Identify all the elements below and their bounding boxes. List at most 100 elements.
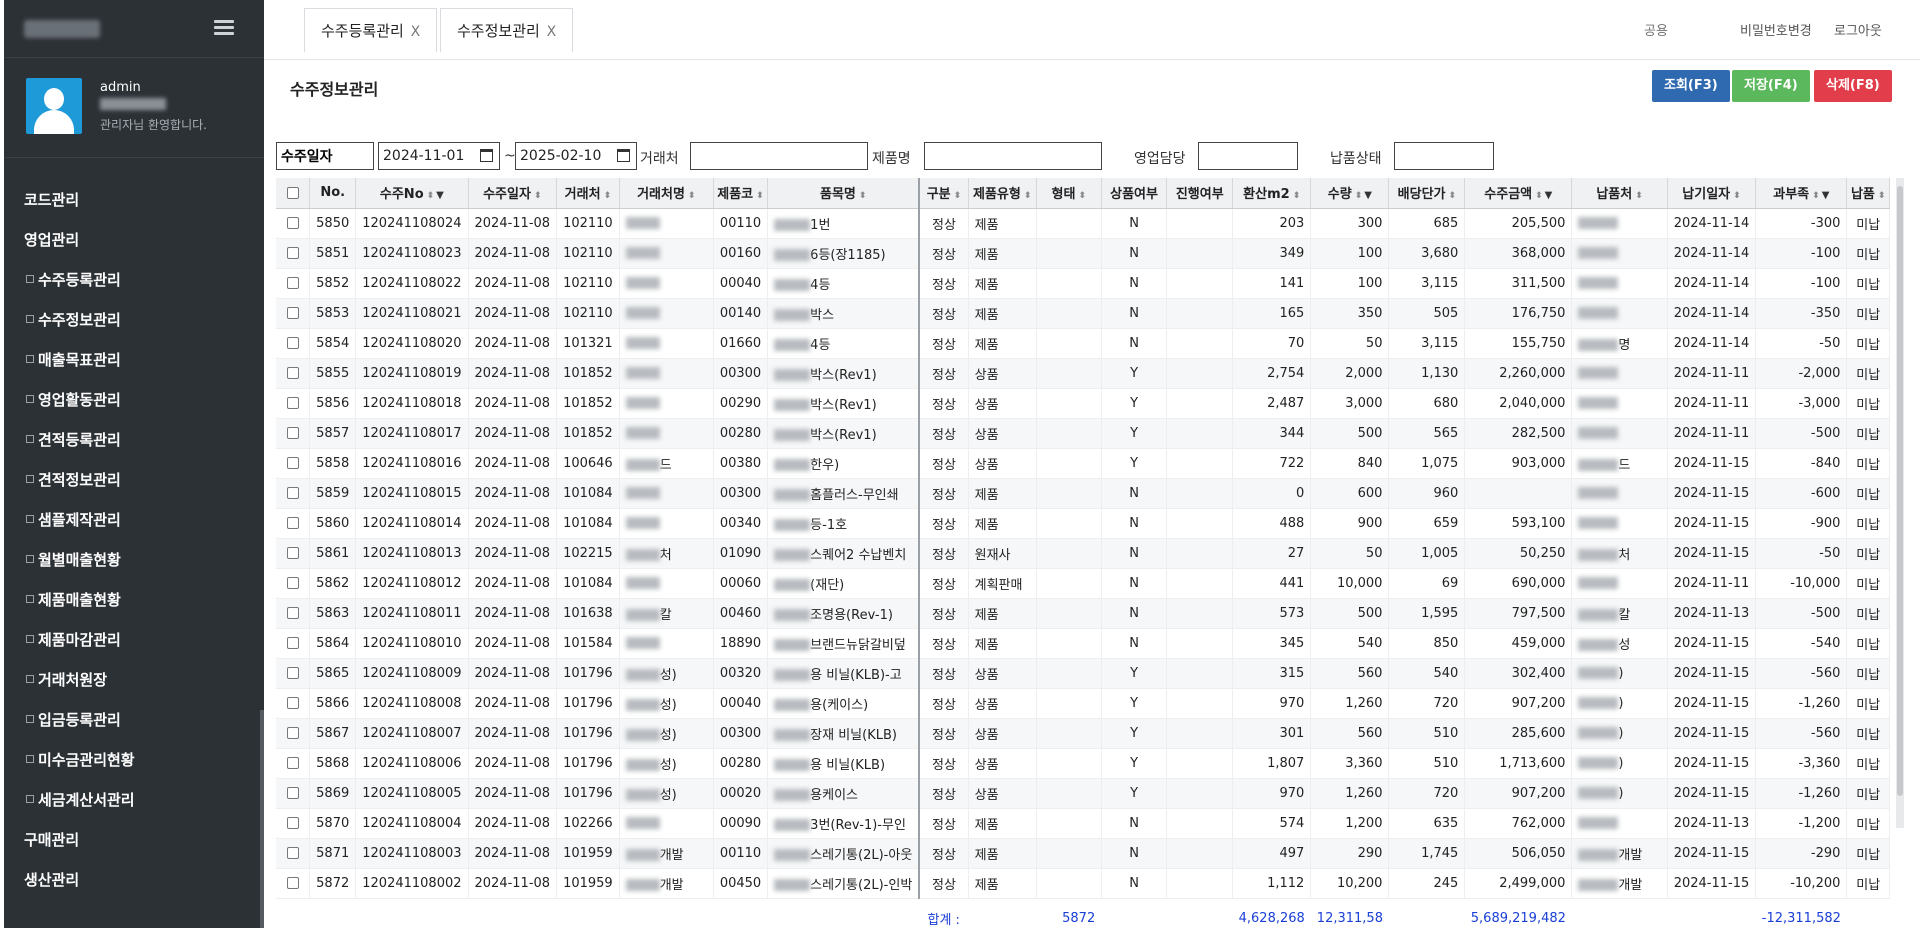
row-checkbox[interactable] — [276, 298, 311, 329]
sidebar-item-11[interactable]: 제품마감관리 — [4, 620, 264, 660]
delivery-status-input[interactable] — [1394, 142, 1494, 170]
column-header-15[interactable]: 수주금액 ⬍ ▼ — [1464, 178, 1573, 209]
table-row[interactable]: 5871 120241108003 2024-11-08 101959 개발 00110 스… — [276, 838, 1890, 869]
column-header-0[interactable]: No. — [309, 178, 357, 209]
column-header-4[interactable]: 거래처명 ⬍ — [619, 178, 714, 209]
column-header-2[interactable]: 수주일자 ⬍ — [468, 178, 558, 209]
date-from-field[interactable]: 2024-11-01 — [378, 142, 500, 170]
row-checkbox[interactable] — [276, 358, 311, 389]
logout-link[interactable]: 로그아웃 — [1834, 20, 1882, 39]
table-row[interactable]: 5858 120241108016 2024-11-08 100646 드 00380 한우… — [276, 448, 1890, 479]
tab-close-icon[interactable]: X — [547, 24, 557, 40]
table-row[interactable]: 5852 120241108022 2024-11-08 102110 00040 4등 정… — [276, 268, 1890, 299]
sort-icon[interactable]: ⬍ — [859, 191, 867, 201]
sidebar-item-2[interactable]: 수주등록관리 — [4, 260, 264, 300]
row-checkbox[interactable] — [276, 268, 311, 299]
sidebar-item-12[interactable]: 거래처원장 — [4, 660, 264, 700]
sort-icon[interactable]: ⬍ — [1635, 191, 1643, 201]
filter-icon[interactable]: ▼ — [1545, 190, 1553, 201]
sidebar-item-3[interactable]: 수주정보관리 — [4, 300, 264, 340]
table-row[interactable]: 5868 120241108006 2024-11-08 101796 성) 00280 용… — [276, 748, 1890, 779]
row-checkbox[interactable] — [276, 718, 311, 749]
calendar-icon[interactable] — [617, 149, 630, 162]
row-checkbox[interactable] — [276, 568, 311, 599]
row-checkbox[interactable] — [276, 478, 311, 509]
column-header-8[interactable]: 제품유형 ⬍ — [968, 178, 1037, 209]
select-all-checkbox[interactable] — [276, 178, 311, 209]
column-header-11[interactable]: 진행여부 — [1166, 178, 1234, 209]
row-checkbox[interactable] — [276, 238, 311, 269]
sort-icon[interactable]: ⬍ — [534, 191, 542, 201]
table-row[interactable]: 5862 120241108012 2024-11-08 101084 00060 (재단… — [276, 568, 1890, 599]
table-row[interactable]: 5856 120241108018 2024-11-08 101852 00290 박스(… — [276, 388, 1890, 419]
sort-icon[interactable]: ⬍ — [1078, 191, 1086, 201]
sort-icon[interactable]: ⬍ — [427, 191, 435, 201]
tab-order-info[interactable]: 수주정보관리 X — [440, 8, 574, 52]
table-row[interactable]: 5851 120241108023 2024-11-08 102110 00160 6등(… — [276, 238, 1890, 269]
sales-rep-input[interactable] — [1198, 142, 1298, 170]
column-header-14[interactable]: 배당단가 ⬍ — [1388, 178, 1466, 209]
save-button[interactable]: 저장(F4) — [1732, 70, 1810, 102]
row-checkbox[interactable] — [276, 418, 311, 449]
table-row[interactable]: 5865 120241108009 2024-11-08 101796 성) 00320 용… — [276, 658, 1890, 689]
delete-button[interactable]: 삭제(F8) — [1814, 70, 1892, 102]
date-type-select[interactable] — [276, 142, 374, 170]
sort-icon[interactable]: ⬍ — [1293, 191, 1301, 201]
column-header-13[interactable]: 수량 ⬍ ▼ — [1310, 178, 1390, 209]
sort-icon[interactable]: ⬍ — [1024, 191, 1032, 201]
row-checkbox[interactable] — [276, 508, 311, 539]
sidebar-item-17[interactable]: 생산관리 — [4, 860, 264, 900]
column-header-17[interactable]: 납기일자 ⬍ — [1667, 178, 1757, 209]
sidebar-item-6[interactable]: 견적등록관리 — [4, 420, 264, 460]
role-input[interactable] — [1634, 12, 1734, 48]
table-row[interactable]: 5853 120241108021 2024-11-08 102110 00140 박스 정… — [276, 298, 1890, 329]
row-checkbox[interactable] — [276, 838, 311, 869]
column-header-9[interactable]: 형태 ⬍ — [1036, 178, 1102, 209]
table-row[interactable]: 5857 120241108017 2024-11-08 101852 00280 박스(… — [276, 418, 1890, 449]
column-header-6[interactable]: 품목명 ⬍ — [767, 178, 921, 209]
row-checkbox[interactable] — [276, 538, 311, 569]
filter-icon[interactable]: ▼ — [1364, 190, 1372, 201]
table-row[interactable]: 5861 120241108013 2024-11-08 102215 처 01090 스퀘… — [276, 538, 1890, 569]
hamburger-menu-icon[interactable] — [214, 20, 234, 36]
row-checkbox[interactable] — [276, 448, 311, 479]
row-checkbox[interactable] — [276, 388, 311, 419]
table-row[interactable]: 5854 120241108020 2024-11-08 101321 01660 4등 정… — [276, 328, 1890, 359]
sidebar-item-9[interactable]: 월별매출현황 — [4, 540, 264, 580]
sort-icon[interactable]: ⬍ — [1535, 191, 1543, 201]
sort-icon[interactable]: ⬍ — [1355, 191, 1363, 201]
table-row[interactable]: 5872 120241108002 2024-11-08 101959 개발 00450 스… — [276, 868, 1890, 899]
filter-icon[interactable]: ▼ — [436, 190, 444, 201]
sort-icon[interactable]: ⬍ — [1733, 191, 1741, 201]
sidebar-item-16[interactable]: 구매관리 — [4, 820, 264, 860]
table-row[interactable]: 5869 120241108005 2024-11-08 101796 성) 00020 용… — [276, 778, 1890, 809]
row-checkbox[interactable] — [276, 658, 311, 689]
column-header-19[interactable]: 납품 ⬍ — [1846, 178, 1890, 209]
sidebar-item-5[interactable]: 영업활동관리 — [4, 380, 264, 420]
table-row[interactable]: 5866 120241108008 2024-11-08 101796 성) 00040 용… — [276, 688, 1890, 719]
column-header-10[interactable]: 상품여부 — [1101, 178, 1168, 209]
sidebar-item-10[interactable]: 제품매출현황 — [4, 580, 264, 620]
grid-vertical-scrollbar[interactable] — [1896, 178, 1904, 828]
sidebar-item-14[interactable]: 미수금관리현황 — [4, 740, 264, 780]
table-row[interactable]: 5855 120241108019 2024-11-08 101852 00300 박스(… — [276, 358, 1890, 389]
row-checkbox[interactable] — [276, 748, 311, 779]
change-password-link[interactable]: 비밀번호변경 — [1740, 20, 1812, 39]
sidebar-item-8[interactable]: 샘플제작관리 — [4, 500, 264, 540]
column-header-7[interactable]: 구분 ⬍ — [919, 178, 969, 209]
column-header-16[interactable]: 납품처 ⬍ — [1571, 178, 1668, 209]
column-header-5[interactable]: 제품코 ⬍ — [713, 178, 769, 209]
date-to-field[interactable]: 2025-02-10 — [515, 142, 637, 170]
sort-icon[interactable]: ⬍ — [1812, 191, 1820, 201]
query-button[interactable]: 조회(F3) — [1652, 70, 1730, 102]
table-row[interactable]: 5864 120241108010 2024-11-08 101584 18890 브랜드… — [276, 628, 1890, 659]
table-row[interactable]: 5870 120241108004 2024-11-08 102266 00090 3번(… — [276, 808, 1890, 839]
table-row[interactable]: 5850 120241108024 2024-11-08 102110 00110 1번 정… — [276, 208, 1890, 239]
table-row[interactable]: 5863 120241108011 2024-11-08 101638 칼 00460 조명… — [276, 598, 1890, 629]
tab-order-register[interactable]: 수주등록관리 X — [304, 8, 438, 52]
row-checkbox[interactable] — [276, 868, 311, 899]
sort-icon[interactable]: ⬍ — [1878, 191, 1886, 201]
filter-icon[interactable]: ▼ — [1822, 190, 1830, 201]
sort-icon[interactable]: ⬍ — [1449, 191, 1457, 201]
tab-close-icon[interactable]: X — [411, 24, 421, 40]
